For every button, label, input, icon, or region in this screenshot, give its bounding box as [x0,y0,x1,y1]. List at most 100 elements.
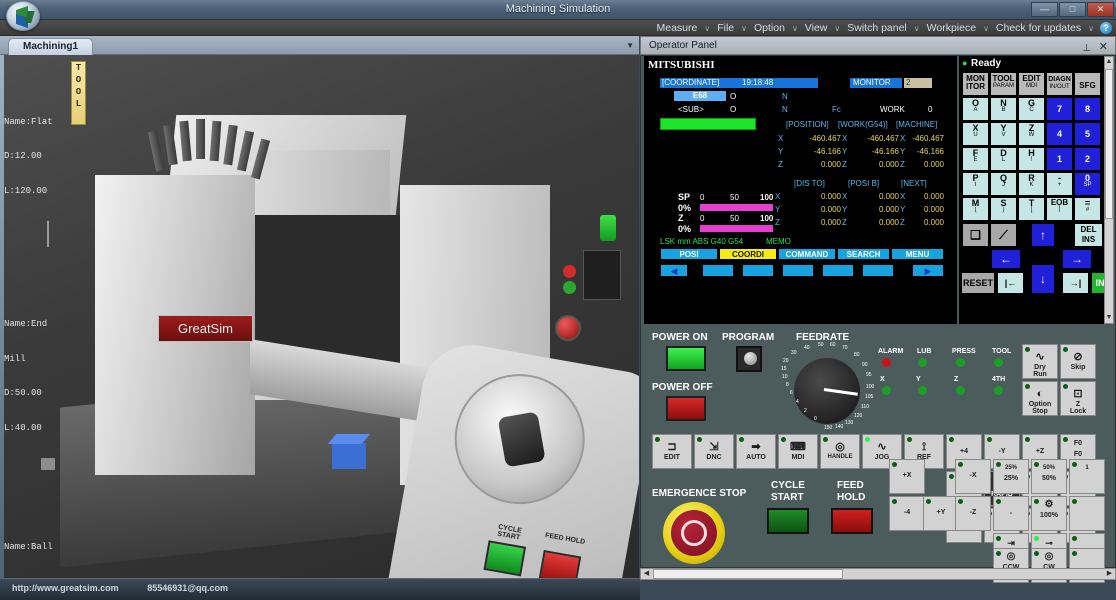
scroll-right-arrow[interactable]: ▶ [1104,569,1115,579]
softkey-command[interactable]: COMMAND [778,248,836,260]
softkey-blank-2[interactable] [742,264,774,277]
cnc-crt-screen[interactable]: [COORDINATE] 19:18:48 MONITOR 2 E68 O N … [656,76,948,281]
key-0[interactable]: 0SP [1074,172,1101,196]
key-t[interactable]: T[ [1018,197,1045,221]
panel-vertical-scrollbar[interactable]: ▲ ▼ [1104,56,1114,324]
status-url[interactable]: http://www.greatsim.com [12,583,119,593]
maximize-button[interactable]: □ [1059,2,1086,17]
softkey-nav-left[interactable]: ◀ [660,264,688,277]
key-h[interactable]: H! [1018,147,1045,171]
scroll-thumb[interactable] [1105,69,1113,219]
key-eob[interactable]: EOB] [1046,197,1073,221]
pendant-handwheel[interactable] [444,364,595,515]
close-button[interactable]: ✕ [1087,2,1114,17]
key-p[interactable]: PI [962,172,989,196]
button-option-stop[interactable]: ◐ Option Stop [1022,381,1058,416]
panel-horizontal-scrollbar[interactable]: ◀ ▶ [640,568,1116,580]
arrow-up-icon[interactable]: ↑ [1031,223,1055,247]
chevron-down-icon[interactable]: ∨ [739,24,749,33]
pendant-cycle-start-button[interactable] [483,540,526,576]
feedrate-dial-group[interactable]: 0 2 4 6 8 10 15 20 30 40 50 60 70 80 90 … [780,344,874,438]
key-2[interactable]: 2 [1074,147,1101,171]
minimize-button[interactable]: — [1031,2,1058,17]
power-on-button[interactable] [666,346,706,371]
key-del-ins[interactable]: DEL INS [1074,223,1103,247]
override-button-blank-2[interactable] [1069,496,1105,531]
softkey-posi[interactable]: POSI [660,248,718,260]
override-button-25pct[interactable]: 25%25% [993,459,1029,494]
arrow-left-icon[interactable]: ← [991,249,1021,269]
scroll-up-arrow[interactable]: ▲ [1105,57,1113,67]
power-off-button[interactable] [666,396,706,421]
menu-check-updates[interactable]: Check for updates [991,22,1086,34]
cycle-start-button[interactable] [767,508,809,534]
emergency-stop-button[interactable] [663,502,725,564]
key-equals[interactable]: =# [1074,197,1101,221]
window-buttons[interactable]: — □ ✕ [1031,2,1114,17]
chevron-down-icon[interactable]: ▼ [626,41,634,50]
keypad-sfg-button[interactable]: SFG [1074,72,1101,96]
key-d[interactable]: DL [990,147,1017,171]
key-f[interactable]: FE [962,147,989,171]
override-button-plusX-2[interactable]: +X [889,459,925,494]
softkey-blank-4[interactable] [822,264,854,277]
menu-file[interactable]: File [712,22,739,34]
key-s[interactable]: S) [990,197,1017,221]
key-o[interactable]: OA [962,97,989,121]
key-7[interactable]: 7 [1046,97,1073,121]
softkey-menu[interactable]: MENU [891,248,944,260]
key-1[interactable]: 1 [1046,147,1073,171]
key-minus[interactable]: -+ [1046,172,1073,196]
program-keyswitch[interactable] [736,346,762,372]
softkey-search[interactable]: SEARCH [837,248,890,260]
softkey-blank-1[interactable] [702,264,734,277]
softkey-nav-right[interactable]: ▶ [912,264,944,277]
mode-button-auto[interactable]: ➡ AUTO [736,434,776,469]
softkey-blank-5[interactable] [862,264,894,277]
keypad-edit-mdi-button[interactable]: EDIT MDI [1018,72,1045,96]
menu-view[interactable]: View [800,22,833,34]
calc-icon[interactable]: ⟋ [990,223,1017,247]
override-button-100pct[interactable]: ⚙100% [1031,496,1067,531]
chevron-down-icon[interactable]: ∨ [702,24,712,33]
3d-viewport[interactable]: GreatSim CYCLE START FEED HOLD [0,55,639,578]
override-button-minusX-2[interactable]: -X [955,459,991,494]
chevron-down-icon[interactable]: ∨ [832,24,842,33]
chevron-down-icon[interactable]: ∨ [1086,24,1096,33]
scroll-down-arrow[interactable]: ▼ [1105,313,1113,323]
scroll-left-arrow[interactable]: ◀ [641,569,652,579]
key-q[interactable]: QJ [990,172,1017,196]
override-button-50pct[interactable]: 50%50% [1031,459,1067,494]
key-z[interactable]: ZW [1018,122,1045,146]
menu-measure[interactable]: Measure [652,22,703,34]
keypad-tool-param-button[interactable]: TOOL PARAM [990,72,1017,96]
button-dry-run[interactable]: ∿ Dry Run [1022,344,1058,379]
mode-button-handle[interactable]: ◎ HANDLE [820,434,860,469]
override-button-minusZ-2[interactable]: -Z [955,496,991,531]
feed-hold-button[interactable] [831,508,873,534]
mode-button-mdi[interactable]: ⌨ MDI [778,434,818,469]
override-button-minus4-2[interactable]: -4 [889,496,925,531]
tool-panel-tab[interactable]: TOOL [71,61,86,125]
key-home-left[interactable]: |← [997,272,1024,294]
arrow-right-icon[interactable]: → [1062,249,1092,269]
arrow-down-icon[interactable]: ↓ [1031,264,1055,294]
softkey-coordi[interactable]: COORDI [719,248,777,260]
app-logo-icon[interactable] [6,1,40,31]
estop-inner-button[interactable] [671,510,717,556]
toolbar-menu-group[interactable]: Measure ∨ File ∨ Option ∨ View ∨ Switch … [652,20,1113,36]
menu-option[interactable]: Option [749,22,790,34]
button-z-lock[interactable]: ⊡ Z Lock [1060,381,1096,416]
key-g[interactable]: GC [1018,97,1045,121]
mode-button-dnc[interactable]: ⇲ DNC [694,434,734,469]
machine-estop-button[interactable] [555,315,581,341]
keypad-monitor-button[interactable]: MON ITOR [962,72,989,96]
button-skip[interactable]: ⊘ Skip [1060,344,1096,379]
keypad-diagn-io-button[interactable]: DIAGN IN/OUT [1046,72,1073,96]
override-button-100pct-a[interactable]: 1 [1069,459,1105,494]
menu-workpiece[interactable]: Workpiece [922,22,981,34]
key-n[interactable]: NB [990,97,1017,121]
chevron-down-icon[interactable]: ∨ [912,24,922,33]
override-button-dash-2[interactable]: - [993,496,1029,531]
chevron-down-icon[interactable]: ∨ [981,24,991,33]
